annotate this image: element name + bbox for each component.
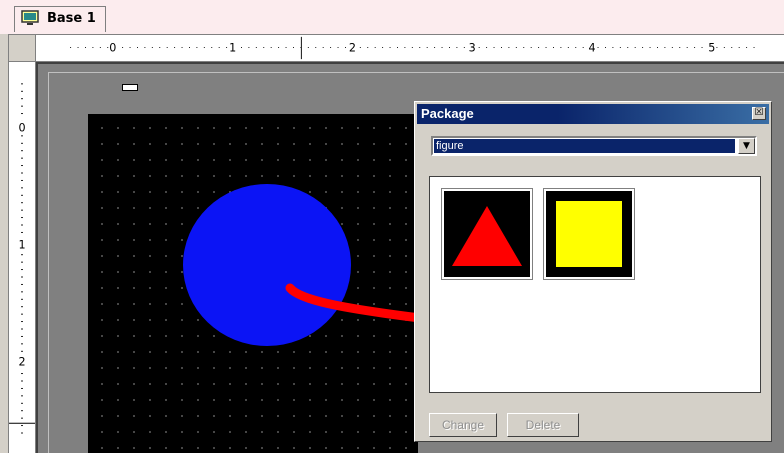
ruler-tick-label: 5 xyxy=(708,42,715,55)
ruler-tick-label: 0 xyxy=(18,122,25,135)
package-item-list xyxy=(429,176,761,393)
triangle-icon xyxy=(452,206,522,266)
square-icon xyxy=(556,201,622,267)
left-gutter xyxy=(0,34,8,453)
vertical-ruler: 0 1 2 xyxy=(8,62,36,453)
category-selected: figure xyxy=(434,139,735,153)
dialog-title-bar[interactable]: Package ☒ xyxy=(417,104,769,124)
ruler-corner xyxy=(8,34,36,62)
tab-base-1[interactable]: Base 1 xyxy=(14,6,106,32)
ruler-tick-label: 1 xyxy=(18,239,25,252)
tab-label: Base 1 xyxy=(47,11,96,26)
package-item-red-triangle[interactable] xyxy=(441,188,533,280)
ruler-tick-label: 1 xyxy=(229,42,236,55)
change-button[interactable]: Change xyxy=(429,413,497,437)
tab-bar: Base 1 xyxy=(0,0,784,34)
ruler-tick-label: 2 xyxy=(349,42,356,55)
ruler-tick-label: 2 xyxy=(18,356,25,369)
close-icon[interactable]: ☒ xyxy=(752,107,766,120)
ruler-tick-label: 3 xyxy=(469,42,476,55)
category-select[interactable]: figure ▼ xyxy=(431,136,757,156)
package-dialog: Package ☒ figure ▼ Change Delete xyxy=(414,101,772,442)
chevron-down-icon[interactable]: ▼ xyxy=(738,138,755,154)
canvas-marker xyxy=(122,84,138,91)
dialog-title: Package xyxy=(421,106,474,121)
horizontal-ruler: 0 1 2 3 4 5 xyxy=(36,34,784,62)
screen-icon xyxy=(21,10,39,25)
ruler-tick-label: 0 xyxy=(109,42,116,55)
ruler-tick-label: 4 xyxy=(588,42,595,55)
blue-circle-shape[interactable] xyxy=(183,184,351,346)
delete-button[interactable]: Delete xyxy=(507,413,579,437)
package-item-yellow-square[interactable] xyxy=(543,188,635,280)
